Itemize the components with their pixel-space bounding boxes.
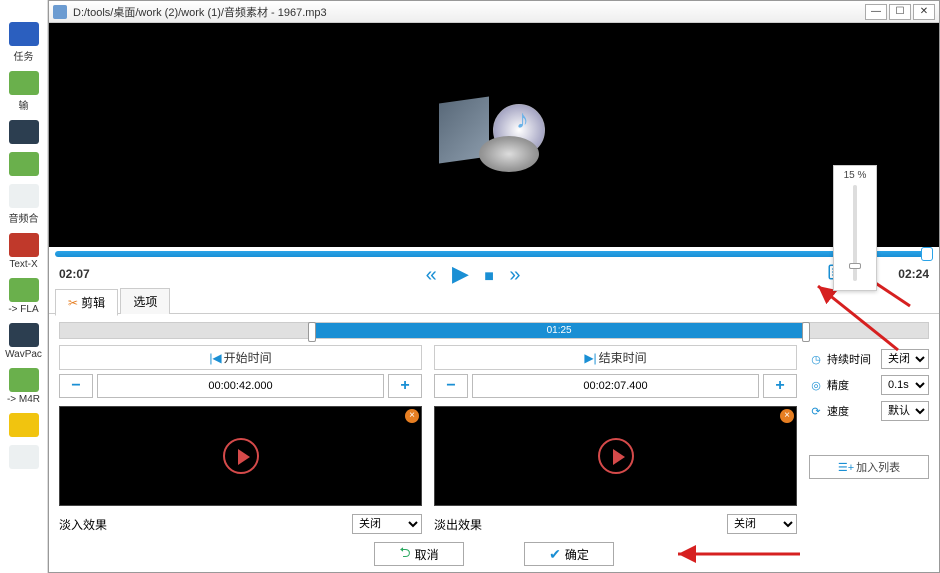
- trim-start-handle[interactable]: [308, 322, 316, 342]
- trim-range-fill: 01:25: [312, 323, 807, 338]
- undo-icon: ⮌: [399, 542, 410, 566]
- clock-icon: ◷: [809, 353, 823, 366]
- end-marker-icon: ▶|: [584, 351, 596, 365]
- speed-select[interactable]: 默认: [881, 401, 929, 421]
- trim-range[interactable]: 01:25: [59, 322, 929, 339]
- start-time-header: |◀开始时间: [59, 345, 422, 370]
- bg-item: [3, 152, 45, 176]
- start-minus-button[interactable]: −: [59, 374, 93, 398]
- start-preview[interactable]: ×: [59, 406, 422, 506]
- bg-item: Text-X: [3, 233, 45, 270]
- transport-bar: 02:07 « ▶ ■ » 02:24: [49, 260, 939, 288]
- close-icon[interactable]: ×: [780, 409, 794, 423]
- close-button[interactable]: ✕: [913, 4, 935, 20]
- start-time-input[interactable]: [97, 374, 384, 398]
- bg-item: 音频合: [3, 184, 45, 225]
- volume-popup[interactable]: 15 %: [833, 165, 877, 291]
- dialog-buttons: ⮌取消 ✔确定: [49, 534, 939, 572]
- next-fast-button[interactable]: »: [509, 264, 520, 287]
- settings-column: ◷ 持续时间 关闭 ◎ 精度 0.1s ⟳ 速度 默认 ☰+加入列表: [809, 345, 929, 534]
- volume-slider[interactable]: [853, 185, 857, 281]
- bg-item: [3, 413, 45, 437]
- volume-percent-label: 15 %: [834, 170, 876, 181]
- bg-item: -> M4R: [3, 368, 45, 405]
- total-time: 02:24: [869, 267, 929, 281]
- play-overlay-icon[interactable]: [598, 438, 634, 474]
- end-column: ▶|结束时间 − + × 淡出效果 关闭: [434, 345, 797, 534]
- tab-options[interactable]: 选项: [120, 288, 170, 314]
- editor-dialog: D:/tools/桌面/work (2)/work (1)/音频素材 - 196…: [48, 0, 940, 573]
- precision-select[interactable]: 0.1s: [881, 375, 929, 395]
- app-icon: [53, 5, 67, 19]
- fade-in-label: 淡入效果: [59, 516, 344, 533]
- duration-select[interactable]: 关闭: [881, 349, 929, 369]
- scissors-icon: ✂: [68, 296, 78, 310]
- bg-item: WavPac: [3, 323, 45, 360]
- prev-fast-button[interactable]: «: [426, 264, 437, 287]
- start-plus-button[interactable]: +: [388, 374, 422, 398]
- media-placeholder-icon: ♪: [439, 90, 549, 180]
- bg-item: -> FLA: [3, 278, 45, 315]
- end-time-input[interactable]: [472, 374, 759, 398]
- ok-button[interactable]: ✔确定: [524, 542, 614, 566]
- list-add-icon: ☰+: [838, 462, 854, 474]
- trim-end-handle[interactable]: [802, 322, 810, 342]
- current-time: 02:07: [59, 267, 119, 281]
- speed-icon: ⟳: [809, 405, 823, 418]
- window-title: D:/tools/桌面/work (2)/work (1)/音频素材 - 196…: [73, 4, 327, 20]
- start-marker-icon: |◀: [209, 351, 221, 365]
- play-button[interactable]: ▶: [452, 261, 469, 287]
- minimize-button[interactable]: —: [865, 4, 887, 20]
- end-minus-button[interactable]: −: [434, 374, 468, 398]
- speed-label: 速度: [827, 403, 877, 419]
- stop-button[interactable]: ■: [484, 268, 494, 286]
- start-column: |◀开始时间 − + × 淡入效果 关闭: [59, 345, 422, 534]
- cancel-button[interactable]: ⮌取消: [374, 542, 464, 566]
- end-time-header: ▶|结束时间: [434, 345, 797, 370]
- maximize-button[interactable]: ☐: [889, 4, 911, 20]
- seek-bar[interactable]: [49, 247, 939, 260]
- fade-out-label: 淡出效果: [434, 516, 719, 533]
- end-preview[interactable]: ×: [434, 406, 797, 506]
- tabs: ✂剪辑 选项: [49, 288, 939, 314]
- add-to-list-button[interactable]: ☰+加入列表: [809, 455, 929, 479]
- fade-out-select[interactable]: 关闭: [727, 514, 797, 534]
- end-plus-button[interactable]: +: [763, 374, 797, 398]
- background-app-sidebar: 任务 输 音频合 Text-X -> FLA WavPac -> M4R: [0, 0, 48, 573]
- bg-item: [3, 120, 45, 144]
- bg-item: 任务: [3, 22, 45, 63]
- seek-thumb[interactable]: [921, 247, 933, 261]
- bg-item: 输: [3, 71, 45, 112]
- check-icon: ✔: [549, 546, 561, 563]
- close-icon[interactable]: ×: [405, 409, 419, 423]
- play-overlay-icon[interactable]: [223, 438, 259, 474]
- target-icon: ◎: [809, 379, 823, 392]
- tab-edit[interactable]: ✂剪辑: [55, 289, 118, 316]
- video-preview: ♪ 15 %: [49, 23, 939, 246]
- volume-thumb[interactable]: [849, 263, 861, 269]
- fade-in-select[interactable]: 关闭: [352, 514, 422, 534]
- duration-label: 持续时间: [827, 351, 877, 367]
- bg-item: [3, 445, 45, 469]
- precision-label: 精度: [827, 377, 877, 393]
- titlebar[interactable]: D:/tools/桌面/work (2)/work (1)/音频素材 - 196…: [49, 1, 939, 23]
